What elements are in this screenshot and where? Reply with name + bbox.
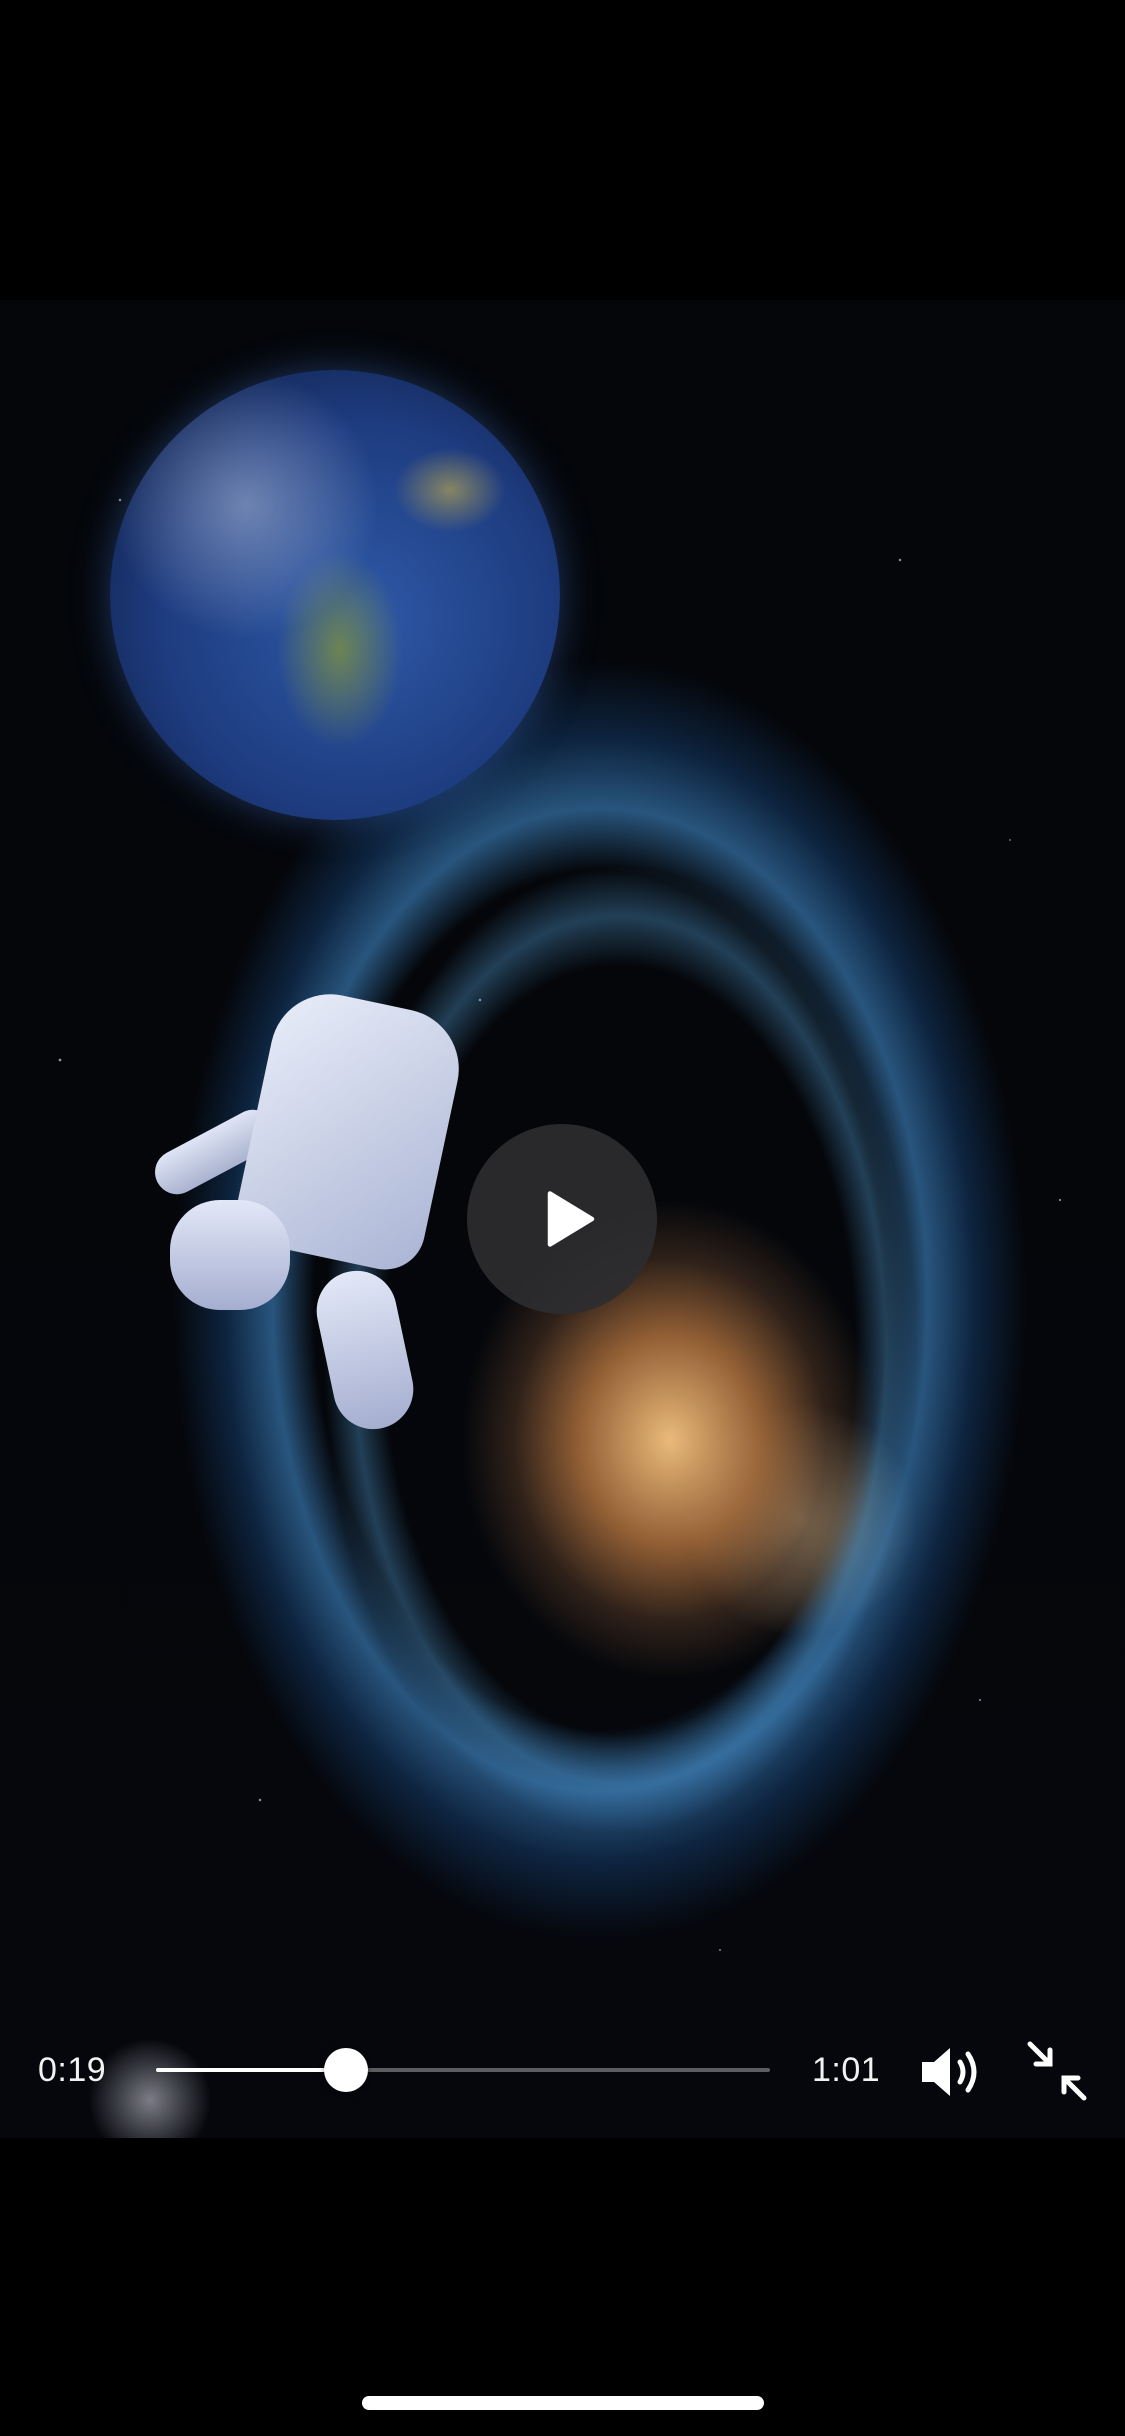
play-icon bbox=[547, 1191, 595, 1247]
play-button[interactable] bbox=[467, 1124, 657, 1314]
astronaut-leg bbox=[309, 1263, 421, 1437]
astronaut-leg bbox=[170, 1200, 290, 1310]
exit-fullscreen-button[interactable] bbox=[1024, 2038, 1090, 2104]
progress-fill bbox=[156, 2068, 346, 2072]
current-time: 0:19 bbox=[38, 2051, 107, 2089]
playback-controls: 0:19 1:01 bbox=[0, 2020, 1125, 2124]
progress-scrubber[interactable] bbox=[156, 2048, 770, 2092]
home-indicator[interactable] bbox=[362, 2396, 764, 2410]
astronaut-image bbox=[147, 983, 470, 1450]
progress-thumb[interactable] bbox=[324, 2048, 368, 2092]
total-duration: 1:01 bbox=[812, 2051, 881, 2089]
volume-button[interactable] bbox=[918, 2042, 990, 2102]
exit-fullscreen-icon bbox=[1027, 2041, 1087, 2101]
earth-image bbox=[110, 370, 560, 820]
speaker-volume-icon bbox=[922, 2048, 977, 2096]
progress-track bbox=[156, 2048, 770, 2092]
